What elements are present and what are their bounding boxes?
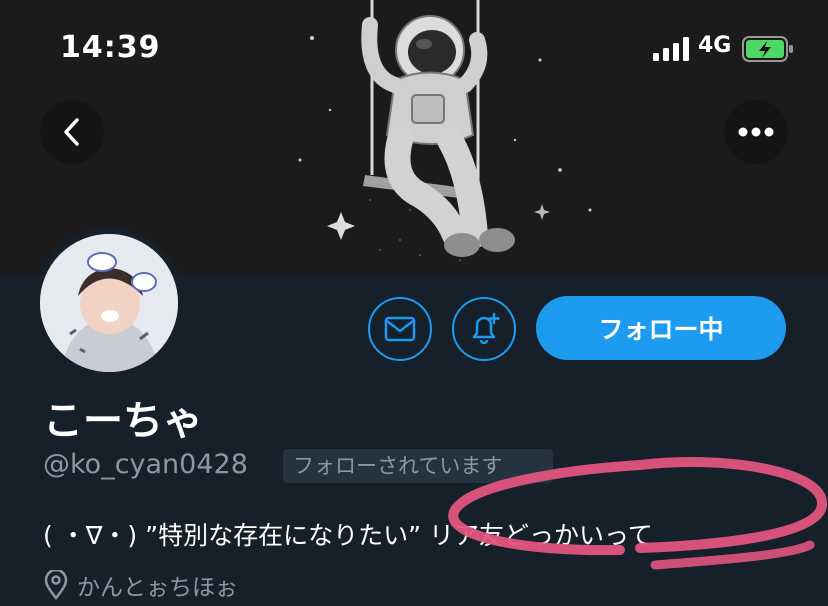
profile-location: かんとぉちほぉ	[43, 568, 238, 602]
profile-avatar[interactable]	[34, 228, 184, 378]
location-pin-icon	[44, 570, 68, 600]
follows-you-badge: フォローされています	[283, 449, 553, 483]
avatar-photo	[40, 234, 178, 372]
cellular-signal-icon	[653, 37, 689, 61]
back-button[interactable]	[40, 100, 104, 164]
notifications-button[interactable]	[452, 297, 516, 361]
message-button[interactable]	[368, 297, 432, 361]
following-button[interactable]: フォロー中	[536, 296, 786, 360]
location-label: かんとぉちほぉ	[77, 575, 238, 601]
battery-charging-icon	[742, 36, 793, 62]
status-time: 14:39	[60, 30, 161, 65]
mail-icon	[384, 316, 416, 342]
chevron-left-icon	[64, 118, 79, 146]
more-options-button[interactable]	[724, 100, 788, 164]
profile-bio: ( ・∇・) ”特別な存在になりたい” リア友どっかいって	[43, 521, 653, 550]
network-type: 4G	[698, 33, 732, 58]
user-handle: @ko_cyan0428	[43, 449, 248, 480]
display-name: こーちゃ	[43, 398, 203, 444]
bell-plus-icon	[472, 312, 500, 345]
status-bar: 14:39 4G	[0, 0, 828, 96]
ellipsis-icon	[738, 127, 774, 137]
